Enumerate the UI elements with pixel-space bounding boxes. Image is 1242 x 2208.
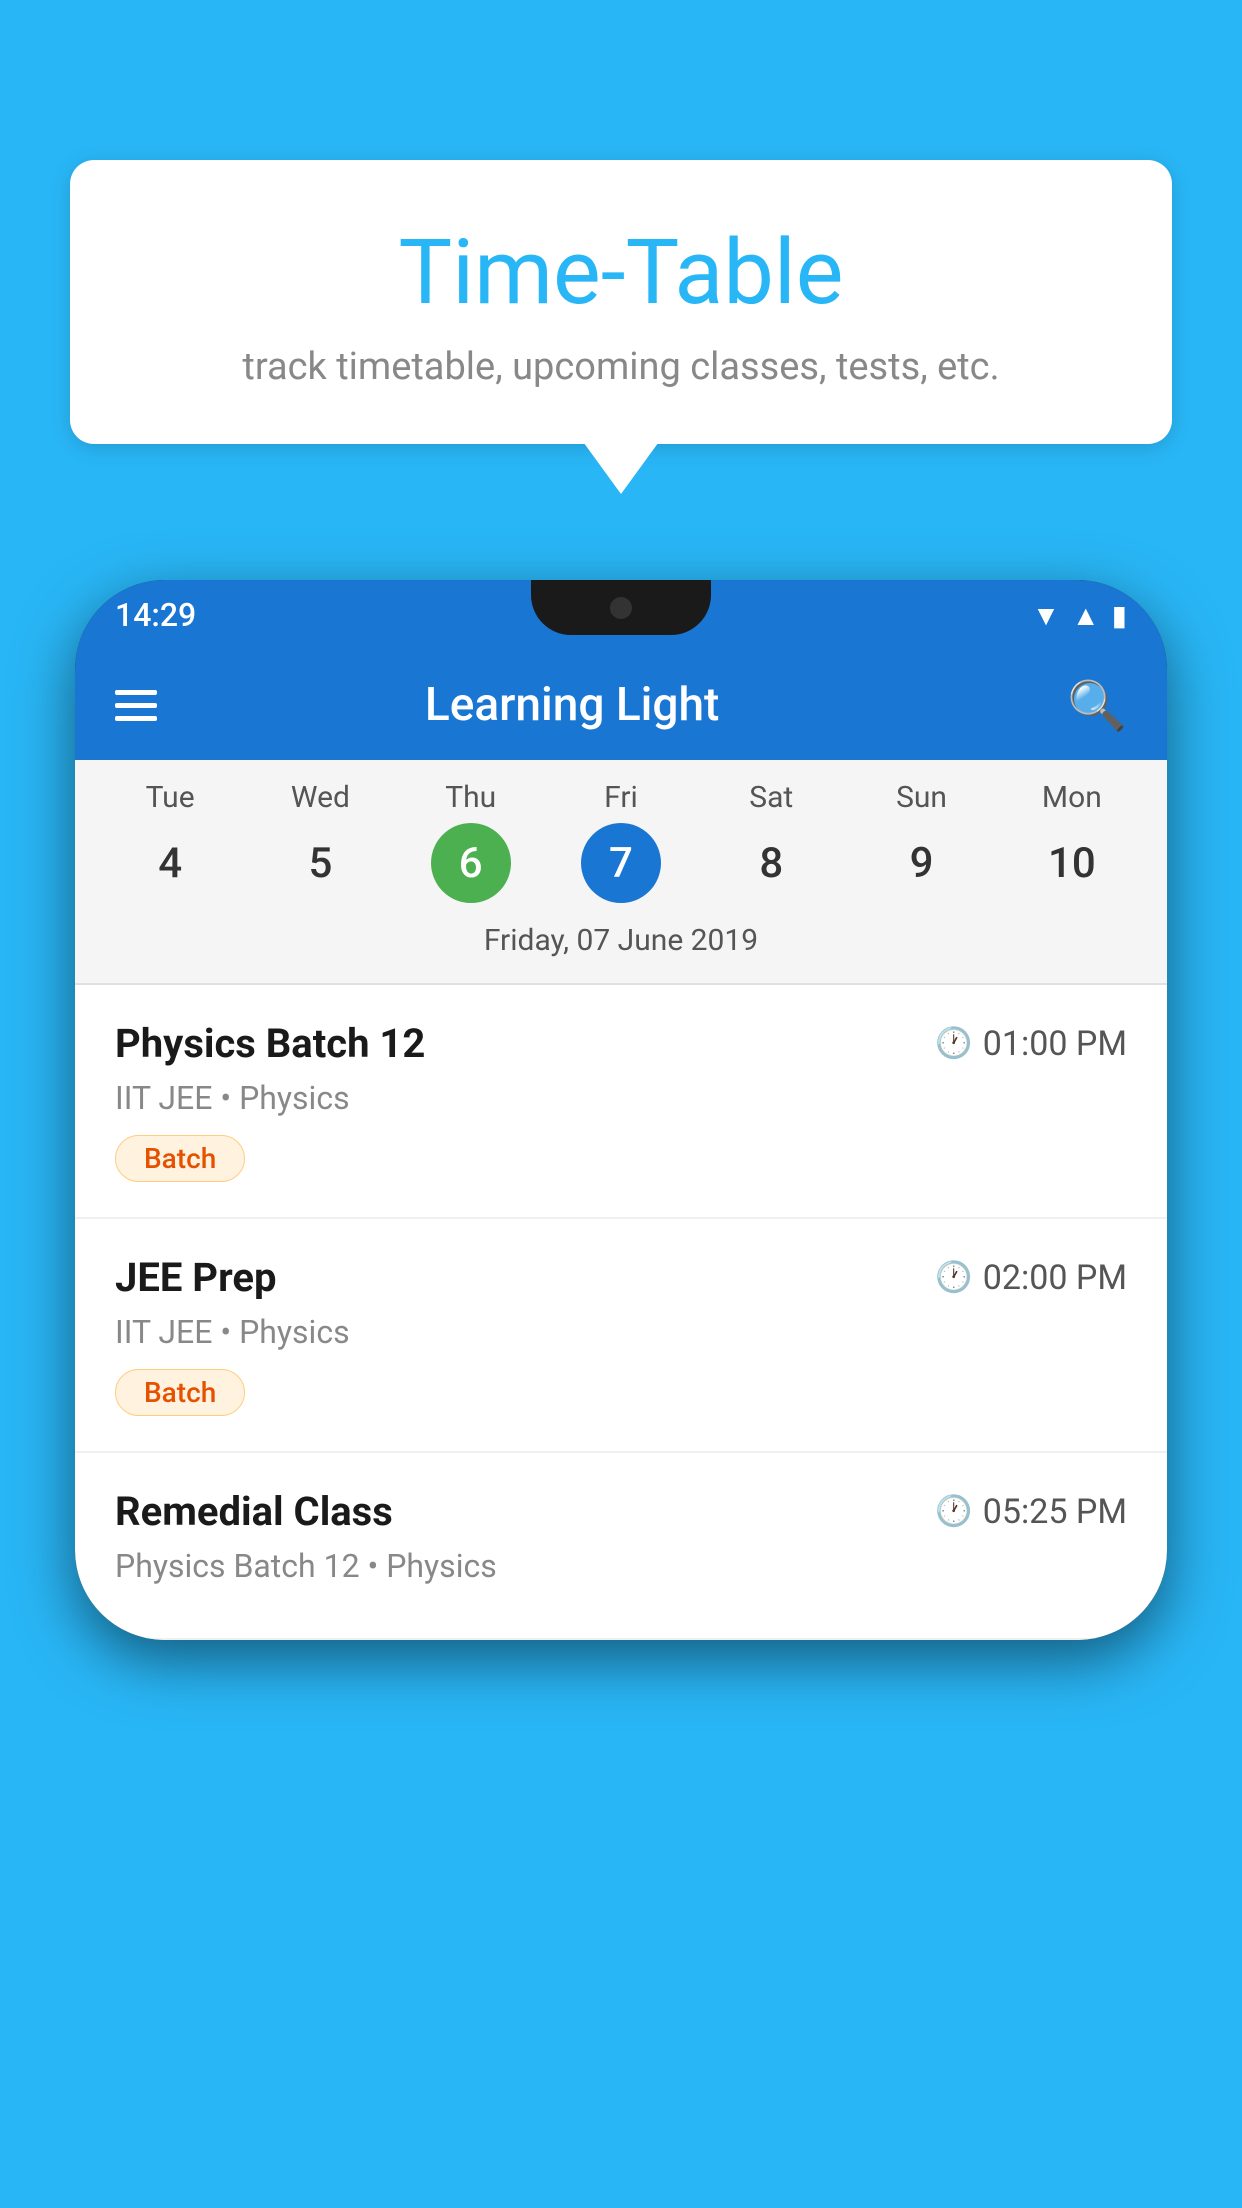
item-subtitle: Physics Batch 12 • Physics	[115, 1547, 1127, 1585]
bubble-title: Time-Table	[110, 220, 1132, 325]
day-cell-tue[interactable]: Tue 4	[105, 780, 235, 903]
day-name: Mon	[1042, 780, 1102, 815]
clock-icon: 🕐	[935, 1026, 972, 1061]
days-row: Tue 4 Wed 5 Thu 6 Fri 7 Sat 8 Sun 9 Mon 10	[75, 780, 1167, 903]
item-subtitle: IIT JEE • Physics	[115, 1079, 1127, 1117]
day-cell-mon[interactable]: Mon 10	[1007, 780, 1137, 903]
battery-icon: ▮	[1112, 599, 1127, 632]
item-header: JEE Prep 🕐 02:00 PM	[115, 1254, 1127, 1301]
day-name: Thu	[445, 780, 496, 815]
selected-date: Friday, 07 June 2019	[75, 913, 1167, 973]
menu-line-2	[115, 703, 157, 708]
item-title: JEE Prep	[115, 1254, 276, 1301]
schedule-list: Physics Batch 12 🕐 01:00 PM IIT JEE • Phys…	[75, 985, 1167, 1640]
item-header: Physics Batch 12 🕐 01:00 PM	[115, 1020, 1127, 1067]
day-number: 10	[1032, 823, 1112, 903]
status-icons: ▼ ▲ ▮	[1032, 599, 1127, 632]
search-icon[interactable]: 🔍	[1067, 677, 1127, 734]
day-number: 6	[431, 823, 511, 903]
item-subtitle: IIT JEE • Physics	[115, 1313, 1127, 1351]
camera-dot	[610, 597, 632, 619]
item-title: Physics Batch 12	[115, 1020, 425, 1067]
item-time: 🕐 05:25 PM	[935, 1492, 1127, 1532]
phone-frame: 14:29 ▼ ▲ ▮ Learning Light 🔍 Tue 4 Wed 5 Thu	[75, 580, 1167, 1640]
day-number: 8	[731, 823, 811, 903]
menu-line-1	[115, 690, 157, 695]
day-number: 9	[882, 823, 962, 903]
day-cell-fri[interactable]: Fri 7	[556, 780, 686, 903]
batch-tag: Batch	[115, 1369, 245, 1416]
day-name: Wed	[291, 780, 350, 815]
speech-bubble: Time-Table track timetable, upcoming cla…	[70, 160, 1172, 444]
signal-icon: ▲	[1072, 599, 1100, 632]
item-header: Remedial Class 🕐 05:25 PM	[115, 1488, 1127, 1535]
clock-icon: 🕐	[935, 1494, 972, 1529]
wifi-icon: ▼	[1032, 599, 1060, 632]
day-cell-sun[interactable]: Sun 9	[857, 780, 987, 903]
calendar-strip: Tue 4 Wed 5 Thu 6 Fri 7 Sat 8 Sun 9 Mon 10 Friday, 07…	[75, 760, 1167, 983]
speech-bubble-container: Time-Table track timetable, upcoming cla…	[70, 160, 1172, 444]
schedule-item[interactable]: Remedial Class 🕐 05:25 PM Physics Batch 12…	[75, 1453, 1167, 1640]
day-name: Fri	[604, 780, 638, 815]
day-cell-wed[interactable]: Wed 5	[255, 780, 385, 903]
item-time: 🕐 01:00 PM	[935, 1024, 1127, 1064]
menu-icon[interactable]	[115, 690, 157, 721]
clock-icon: 🕐	[935, 1260, 972, 1295]
day-cell-sat[interactable]: Sat 8	[706, 780, 836, 903]
notch	[531, 580, 711, 635]
app-bar: Learning Light 🔍	[75, 650, 1167, 760]
schedule-item[interactable]: JEE Prep 🕐 02:00 PM IIT JEE • Physics Batch	[75, 1219, 1167, 1453]
app-title: Learning Light	[187, 678, 957, 732]
day-number: 4	[130, 823, 210, 903]
item-time: 🕐 02:00 PM	[935, 1258, 1127, 1298]
schedule-item[interactable]: Physics Batch 12 🕐 01:00 PM IIT JEE • Phys…	[75, 985, 1167, 1219]
item-title: Remedial Class	[115, 1488, 393, 1535]
phone-container: 14:29 ▼ ▲ ▮ Learning Light 🔍 Tue 4 Wed 5 Thu	[75, 580, 1167, 2208]
day-number: 7	[581, 823, 661, 903]
day-cell-thu[interactable]: Thu 6	[406, 780, 536, 903]
day-name: Sun	[896, 780, 947, 815]
menu-line-3	[115, 716, 157, 721]
status-time: 14:29	[115, 596, 196, 634]
day-number: 5	[280, 823, 360, 903]
status-bar: 14:29 ▼ ▲ ▮	[75, 580, 1167, 650]
batch-tag: Batch	[115, 1135, 245, 1182]
day-name: Sat	[749, 780, 793, 815]
bubble-subtitle: track timetable, upcoming classes, tests…	[110, 345, 1132, 389]
day-name: Tue	[146, 780, 195, 815]
